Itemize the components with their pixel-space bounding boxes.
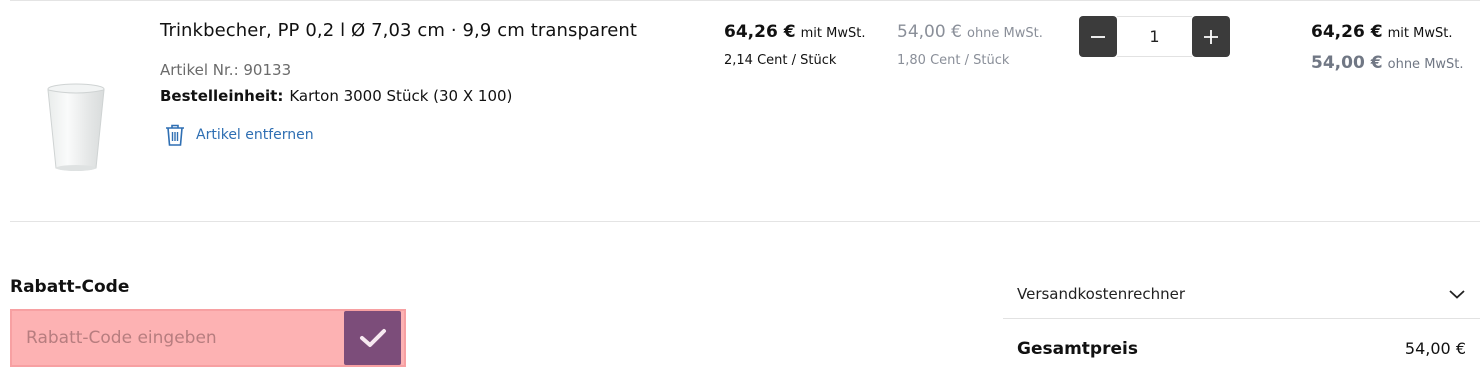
line-total-net-value: 54,00 €: [1311, 53, 1383, 73]
divider: [10, 221, 1480, 222]
order-unit: Bestelleinheit: Karton 3000 Stück (30 X 1…: [160, 87, 512, 105]
unit-price-gross-suffix: mit MwSt.: [800, 26, 866, 41]
plus-icon: [1204, 29, 1218, 44]
shipping-calculator-toggle[interactable]: Versandkostenrechner: [1003, 270, 1480, 318]
order-unit-value: Karton 3000 Stück (30 X 100): [289, 87, 513, 105]
remove-item-label: Artikel entfernen: [196, 127, 314, 143]
line-total-gross-value: 64,26 €: [1311, 22, 1383, 42]
discount-code-input[interactable]: [12, 311, 344, 365]
decrease-quantity-button[interactable]: [1079, 16, 1117, 57]
unit-price-gross-per-piece: 2,14 Cent / Stück: [724, 53, 837, 68]
line-total-gross-suffix: mit MwSt.: [1387, 26, 1453, 41]
chevron-down-icon: [1449, 290, 1465, 299]
line-total-gross: 64,26 € mit MwSt.: [1311, 22, 1452, 42]
increase-quantity-button[interactable]: [1192, 16, 1230, 57]
unit-price-net-suffix: ohne MwSt.: [966, 26, 1043, 41]
discount-code-heading: Rabatt-Code: [10, 277, 130, 297]
summary-divider: [1003, 318, 1480, 319]
trash-icon: [166, 124, 184, 146]
unit-price-net-per-piece: 1,80 Cent / Stück: [897, 53, 1010, 68]
product-image: [47, 83, 105, 171]
quantity-stepper: 1: [1079, 16, 1230, 57]
line-total-net: 54,00 € ohne MwSt.: [1311, 53, 1464, 73]
line-total-net-suffix: ohne MwSt.: [1387, 57, 1464, 72]
unit-price-net-value: 54,00 €: [897, 22, 962, 42]
unit-price-gross-value: 64,26 €: [724, 22, 796, 42]
total-price-label: Gesamtpreis: [1017, 339, 1138, 359]
quantity-input[interactable]: 1: [1117, 16, 1192, 57]
minus-icon: [1091, 35, 1105, 38]
total-price-value: 54,00 €: [1404, 339, 1466, 358]
remove-item-button[interactable]: Artikel entfernen: [164, 123, 314, 147]
apply-discount-button[interactable]: [344, 311, 401, 365]
check-icon: [359, 329, 386, 347]
unit-price-net: 54,00 € ohne MwSt.: [897, 22, 1043, 42]
order-unit-label: Bestelleinheit:: [160, 87, 284, 105]
product-title[interactable]: Trinkbecher, PP 0,2 l Ø 7,03 cm · 9,9 cm…: [160, 20, 637, 41]
article-number: Artikel Nr.: 90133: [160, 61, 292, 79]
divider-top: [10, 0, 1480, 1]
unit-price-gross: 64,26 € mit MwSt.: [724, 22, 865, 42]
shipping-calculator-label: Versandkostenrechner: [1017, 285, 1186, 303]
